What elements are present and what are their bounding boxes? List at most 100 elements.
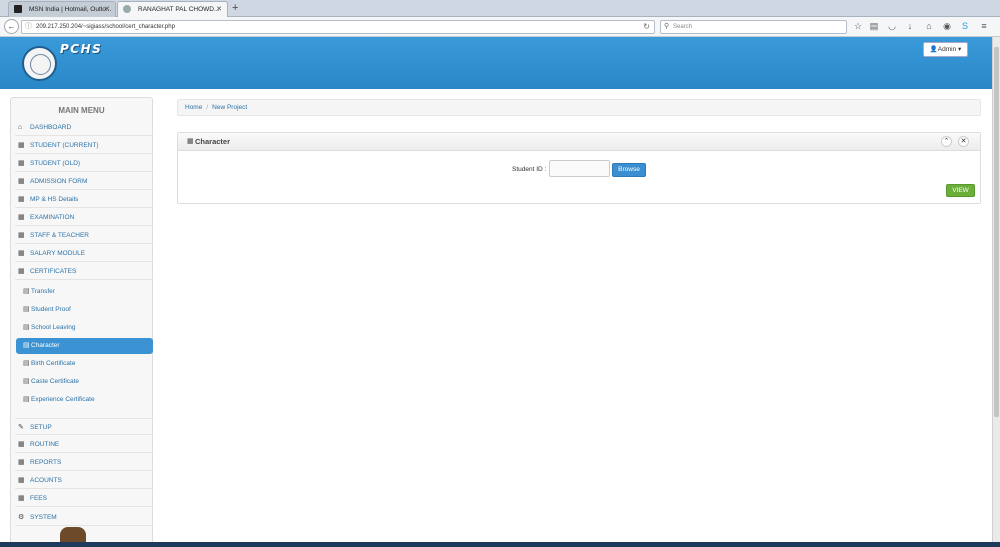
url-bar[interactable]: ⓘ 209.217.250.204/~sigiass/school/cert_c… — [21, 20, 655, 34]
browse-button[interactable]: Browse — [612, 163, 646, 177]
sidebar-title: MAIN MENU — [58, 106, 105, 115]
collapse-chevron-up-icon[interactable]: ⌃ — [941, 136, 952, 147]
grid-icon: ▦ — [18, 477, 25, 484]
sidebar: MAIN MENU ⌂ DASHBOARD ▦ STUDENT (CURRENT… — [10, 97, 153, 547]
sidebar-item-setup[interactable]: ✎ SETUP — [15, 418, 153, 435]
breadcrumb-separator: / — [206, 104, 209, 111]
grid-icon: ▦ — [18, 196, 25, 203]
clipboard-icon[interactable]: ▤ — [868, 20, 880, 32]
breadcrumb: Home / New Project — [177, 99, 981, 116]
sidebar-item-dashboard[interactable]: ⌂ DASHBOARD — [15, 119, 153, 136]
grid-icon: ▦ — [18, 214, 25, 221]
home-icon[interactable]: ⌂ — [923, 20, 935, 32]
sidebar-subitem-label: Student Proof — [31, 306, 71, 313]
sidebar-subitem-label: School Leaving — [31, 324, 76, 331]
sidebar-item-admission-form[interactable]: ▦ ADMISSION FORM — [15, 173, 153, 190]
sidebar-item-label: ROUTINE — [30, 441, 60, 448]
skype-icon[interactable]: S — [959, 20, 971, 32]
grid-icon: ▦ — [18, 160, 25, 167]
app-title: PCHS — [60, 42, 103, 56]
sidebar-subitem-birth-certificate[interactable]: ▤ Birth Certificate — [16, 356, 153, 372]
reload-icon[interactable]: ↻ — [643, 21, 650, 33]
grid-icon: ▦ — [18, 495, 25, 502]
sidebar-item-fees[interactable]: ▦ FEES — [15, 490, 153, 507]
browser-tab-title: RANAGHAT PAL CHOWD... — [138, 6, 220, 13]
view-button[interactable]: VIEW — [946, 184, 975, 197]
sidebar-item-label: REPORTS — [30, 459, 62, 466]
grid-icon: ▦ — [18, 142, 25, 149]
sidebar-subitem-transfer[interactable]: ▤ Transfer — [16, 284, 153, 300]
browser-search-input[interactable]: ⚲ Search — [660, 20, 847, 34]
chat-icon[interactable]: ◉ — [941, 20, 953, 32]
caret-down-icon: ▾ — [958, 46, 962, 53]
sidebar-item-label: ACOUNTS — [30, 477, 62, 484]
page-scrollbar[interactable] — [992, 37, 1000, 542]
sidebar-item-mp-hs-details[interactable]: ▦ MP & HS Details — [15, 191, 153, 208]
download-icon[interactable]: ↓ — [904, 20, 916, 32]
close-icon[interactable]: ✕ — [104, 2, 110, 17]
sidebar-item-system[interactable]: ⚙ SYSTEM — [15, 509, 153, 526]
sidebar-item-label: SETUP — [30, 424, 52, 431]
panel-header: ▦ Character ⌃ ✕ — [178, 133, 980, 151]
sidebar-item-label: SYSTEM — [30, 514, 57, 521]
gears-icon: ⚙ — [18, 514, 25, 521]
breadcrumb-home-link[interactable]: Home — [185, 104, 202, 111]
student-id-label: Student ID : — [512, 166, 547, 173]
sidebar-subitem-label: Caste Certificate — [31, 378, 80, 385]
close-icon[interactable]: ✕ — [216, 2, 222, 17]
pocket-icon[interactable]: ◡ — [886, 20, 898, 32]
sidebar-item-staff-teacher[interactable]: ▦ STAFF & TEACHER — [15, 227, 153, 244]
admin-dropdown[interactable]: 👤Admin ▾ — [923, 42, 968, 57]
scrollbar-thumb[interactable] — [994, 47, 999, 417]
grid-icon: ▦ — [18, 268, 25, 275]
back-arrow-icon[interactable]: ← — [4, 19, 19, 34]
browser-tab-title: MSN India | Hotmail, Outlo... — [29, 6, 112, 13]
msn-favicon-icon — [14, 5, 22, 13]
sidebar-subitem-student-proof[interactable]: ▤ Student Proof — [16, 302, 153, 318]
sidebar-item-salary-module[interactable]: ▦ SALARY MODULE — [15, 245, 153, 262]
sidebar-item-examination[interactable]: ▦ EXAMINATION — [15, 209, 153, 226]
sidebar-item-student-old[interactable]: ▦ STUDENT (OLD) — [15, 155, 153, 172]
list-icon: ▤ — [23, 396, 30, 403]
new-tab-icon[interactable]: + — [232, 1, 238, 15]
grid-icon: ▦ — [18, 459, 25, 466]
url-text: 209.217.250.204/~sigiass/school/cert_cha… — [36, 24, 175, 30]
sidebar-item-label: STAFF & TEACHER — [30, 232, 89, 239]
sidebar-subitem-label: Birth Certificate — [31, 360, 76, 367]
sidebar-item-label: DASHBOARD — [30, 124, 72, 131]
info-icon: ⓘ — [25, 23, 32, 30]
sidebar-item-acounts[interactable]: ▦ ACOUNTS — [15, 472, 153, 489]
user-icon: 👤 — [929, 46, 938, 53]
list-icon: ▤ — [23, 288, 30, 295]
close-icon[interactable]: ✕ — [958, 136, 969, 147]
grid-icon: ▦ — [18, 178, 25, 185]
browser-tab-active[interactable]: RANAGHAT PAL CHOWD... ✕ — [117, 1, 228, 17]
sidebar-item-label: SALARY MODULE — [30, 250, 86, 257]
home-icon: ⌂ — [18, 124, 23, 131]
sidebar-subitem-school-leaving[interactable]: ▤ School Leaving — [16, 320, 153, 336]
browser-navbar: ← ⓘ 209.217.250.204/~sigiass/school/cert… — [0, 17, 1000, 37]
sidebar-item-label: ADMISSION FORM — [30, 178, 88, 185]
sidebar-subitem-label: Transfer — [31, 288, 55, 295]
sidebar-item-label: EXAMINATION — [30, 214, 75, 221]
sidebar-item-label: CERTIFICATES — [30, 268, 77, 275]
sidebar-item-label: FEES — [30, 495, 47, 502]
admin-label: Admin — [937, 46, 957, 53]
sidebar-subitem-experience-certificate[interactable]: ▤ Experience Certificate — [16, 392, 153, 408]
sidebar-subitem-caste-certificate[interactable]: ▤ Caste Certificate — [16, 374, 153, 390]
sidebar-item-reports[interactable]: ▦ REPORTS — [15, 454, 153, 471]
list-icon: ▤ — [23, 324, 30, 331]
breadcrumb-current-link[interactable]: New Project — [212, 104, 247, 111]
menu-icon[interactable]: ≡ — [978, 20, 990, 32]
grid-icon: ▦ — [18, 232, 25, 239]
os-taskbar — [0, 542, 1000, 547]
sidebar-item-certificates[interactable]: ▦ CERTIFICATES — [15, 263, 153, 280]
sidebar-subitem-character[interactable]: ▤ Character — [16, 338, 153, 354]
sidebar-item-routine[interactable]: ▦ ROUTINE — [15, 436, 153, 453]
student-id-input[interactable] — [549, 160, 610, 177]
browser-tab-msn[interactable]: MSN India | Hotmail, Outlo... ✕ — [8, 1, 116, 17]
bookmark-star-icon[interactable]: ☆ — [852, 20, 864, 32]
list-icon: ▤ — [23, 342, 30, 349]
sidebar-item-student-current[interactable]: ▦ STUDENT (CURRENT) — [15, 137, 153, 154]
sidebar-item-label: STUDENT (CURRENT) — [30, 142, 99, 149]
